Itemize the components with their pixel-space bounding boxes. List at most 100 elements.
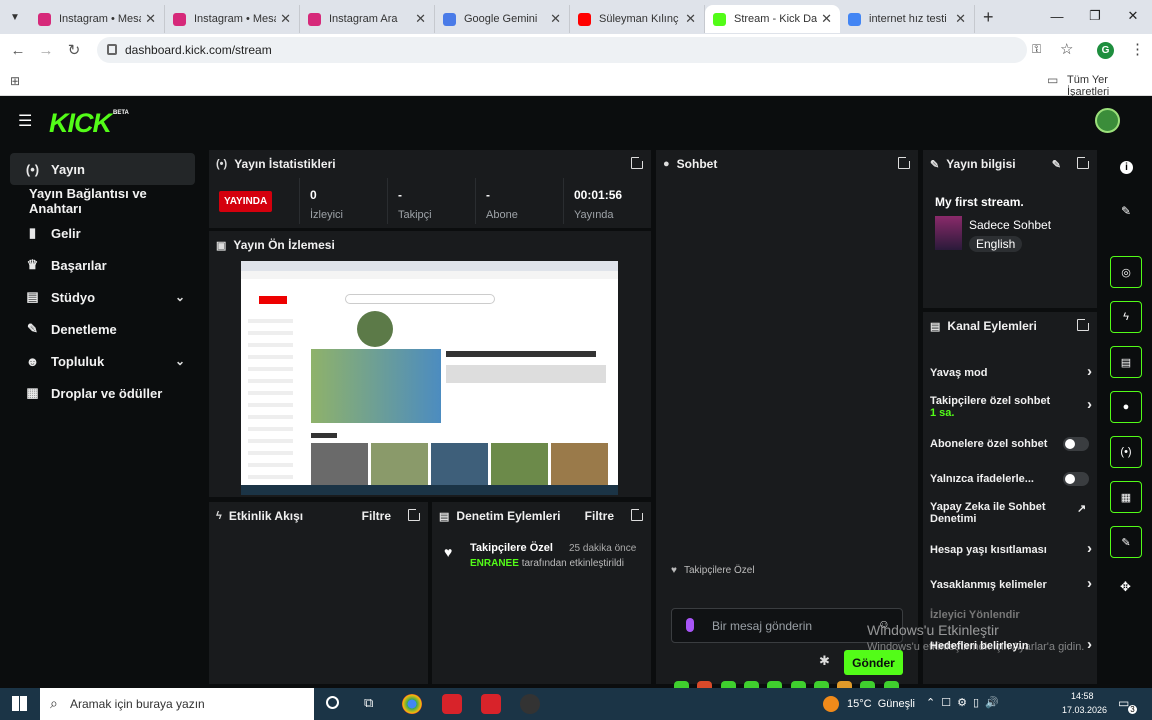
clock-date[interactable]: 17.03.2026 [1062, 705, 1107, 715]
reload-icon[interactable]: ↻ [60, 41, 88, 59]
expand-icon[interactable] [631, 156, 644, 169]
tab-close-icon[interactable]: ✕ [685, 11, 696, 27]
chevron-right-icon[interactable]: › [1087, 637, 1092, 652]
browser-tab[interactable]: Instagram • Mesaj ✕ [30, 5, 165, 33]
all-bookmarks-link[interactable]: Tüm Yer İşaretleri [1067, 74, 1152, 98]
browser-tab[interactable]: Instagram • Mesaj ✕ [165, 5, 300, 33]
user-avatar[interactable] [1095, 108, 1120, 133]
hamburger-menu-icon[interactable]: ☰ [18, 111, 32, 131]
minimize-icon[interactable]: — [1038, 0, 1076, 32]
back-icon[interactable]: ← [4, 42, 32, 59]
chevron-right-icon[interactable]: › [1087, 364, 1092, 379]
channel-action-item[interactable]: Takipçilere özel sohbet 1 sa. › [930, 395, 1092, 419]
browser-tab[interactable]: Instagram Ara ✕ [300, 5, 435, 33]
site-info-icon[interactable] [107, 44, 117, 55]
expand-icon[interactable] [1077, 318, 1090, 331]
rail-lightning-button[interactable]: ϟ [1110, 301, 1142, 333]
new-tab-button[interactable]: + [983, 7, 994, 28]
stream-stats-panel: (•) Yayın İstatistikleri YAYINDA 0 İzleyic… [208, 149, 652, 229]
bookmark-star-icon[interactable]: ☆ [1060, 40, 1073, 58]
browser-tab[interactable]: Stream - Kick Das ✕ [705, 5, 840, 33]
browser-tab[interactable]: Google Gemini ✕ [435, 5, 570, 33]
channel-action-item[interactable]: Yavaş mod › [930, 364, 1092, 379]
chevron-right-icon[interactable]: › [1087, 541, 1092, 556]
chevron-down-icon[interactable]: ⌄ [175, 354, 185, 368]
app-taskbar-icon-1[interactable] [442, 694, 462, 714]
entry-user[interactable]: ENRANEE [470, 558, 519, 569]
url-field[interactable]: dashboard.kick.com/stream [97, 37, 1027, 63]
close-window-icon[interactable]: ✕ [1114, 0, 1152, 32]
stat-subscribers: - Abone [475, 178, 563, 224]
sidebar-item[interactable]: ✎ Denetleme [10, 313, 195, 345]
sidebar-item[interactable]: ▤ Stüdyo ⌄ [10, 281, 195, 313]
browser-tab[interactable]: Süleyman Kılınç - Y ✕ [570, 5, 705, 33]
channel-action-item[interactable]: İzleyici Yönlendir [930, 609, 1090, 621]
tab-search-icon[interactable]: ▼ [0, 12, 30, 23]
expand-icon[interactable] [408, 508, 421, 521]
rail-broadcast-button[interactable]: (•) [1110, 436, 1142, 468]
weather-text[interactable]: 15°C Güneşli [847, 698, 915, 710]
sidebar-item[interactable]: Yayın Bağlantısı ve Anahtarı [10, 185, 195, 217]
rail-camera-button[interactable]: ◎ [1110, 256, 1142, 288]
filter-button[interactable]: Filtre [362, 509, 391, 523]
tab-close-icon[interactable]: ✕ [415, 11, 426, 27]
sidebar-item[interactable]: ♛ Başarılar [10, 249, 195, 281]
edit-pencil-icon[interactable]: ✎ [1052, 158, 1061, 171]
toggle-switch[interactable] [1063, 437, 1089, 451]
stream-preview-video[interactable] [241, 261, 618, 495]
channel-action-item[interactable]: Hesap yaşı kısıtlaması › [930, 541, 1092, 556]
cortana-icon[interactable] [326, 696, 339, 709]
chevron-right-icon[interactable]: › [1087, 576, 1092, 591]
expand-icon[interactable] [1077, 156, 1090, 169]
tab-close-icon[interactable]: ✕ [955, 11, 966, 27]
rail-layout-button[interactable]: ▦ [1110, 481, 1142, 513]
studio-icon: ▤ [26, 289, 39, 304]
channel-action-item[interactable]: Yapay Zeka ile Sohbet Denetimi ↗ [930, 501, 1086, 525]
sidebar-item[interactable]: ▮ Gelir [10, 217, 195, 249]
app-taskbar-icon-3[interactable] [520, 694, 540, 714]
rail-shapes-icon[interactable]: ✥ [1120, 579, 1131, 595]
send-button[interactable]: Gönder [844, 650, 903, 675]
start-button-icon[interactable] [12, 696, 27, 711]
toggle-switch[interactable] [1063, 472, 1089, 486]
rail-clipboard-button[interactable]: ▤ [1110, 346, 1142, 378]
tab-close-icon[interactable]: ✕ [550, 11, 561, 27]
tab-close-icon[interactable]: ✕ [821, 11, 832, 27]
sidebar-item[interactable]: ▦ Droplar ve ödüller [10, 377, 195, 409]
sidebar-item[interactable]: (•) Yayın [10, 153, 195, 185]
tab-close-icon[interactable]: ✕ [280, 11, 291, 27]
info-icon[interactable]: i [1120, 161, 1133, 174]
chevron-down-icon[interactable]: ⌄ [175, 290, 185, 304]
activation-watermark-text: Windows'u etkinleştirmek için Ayarlar'a … [867, 641, 1085, 653]
clock-time[interactable]: 14:58 [1071, 691, 1094, 701]
expand-icon[interactable] [631, 508, 644, 521]
channel-action-item[interactable]: Abonelere özel sohbet [930, 437, 1090, 451]
chrome-taskbar-icon[interactable] [402, 694, 422, 714]
app-taskbar-icon-2[interactable] [481, 694, 501, 714]
apps-grid-icon[interactable]: ⊞ [10, 74, 20, 88]
password-key-icon[interactable]: ⚿ [1032, 42, 1041, 57]
external-link-icon[interactable]: ↗ [1077, 503, 1086, 515]
channel-action-item[interactable]: Yalnızca ifadelerle... [930, 472, 1090, 486]
edit-icon[interactable]: ✎ [1121, 204, 1131, 218]
channel-action-item[interactable]: Yasaklanmış kelimeler › [930, 576, 1092, 591]
chat-settings-icon[interactable]: ✱ [819, 653, 830, 669]
sidebar-item[interactable]: ☻ Topluluk ⌄ [10, 345, 195, 377]
profile-avatar[interactable]: G [1097, 42, 1114, 59]
forward-icon[interactable]: → [32, 42, 60, 59]
filter-button[interactable]: Filtre [585, 509, 614, 523]
menu-dots-icon[interactable]: ⋮ [1130, 40, 1145, 58]
browser-tab[interactable]: internet hız testi ✕ [840, 5, 975, 33]
rail-chat-button[interactable]: ● [1110, 391, 1142, 423]
category-name[interactable]: Sadece Sohbet [969, 218, 1051, 232]
microphone-icon[interactable] [686, 618, 694, 632]
rail-wrench-button[interactable]: ✎ [1110, 526, 1142, 558]
tab-close-icon[interactable]: ✕ [145, 11, 156, 27]
maximize-icon[interactable]: ❐ [1076, 0, 1114, 32]
chevron-right-icon[interactable]: › [1087, 397, 1092, 412]
tray-icons[interactable]: ⌃☐⚙▯🔊 [926, 696, 1005, 709]
taskbar-search[interactable]: ⌕ Aramak için buraya yazın [40, 688, 314, 720]
expand-icon[interactable] [898, 156, 911, 169]
task-view-icon[interactable]: ⧉ [364, 695, 373, 711]
kick-logo[interactable]: KICK BETA [49, 108, 129, 139]
